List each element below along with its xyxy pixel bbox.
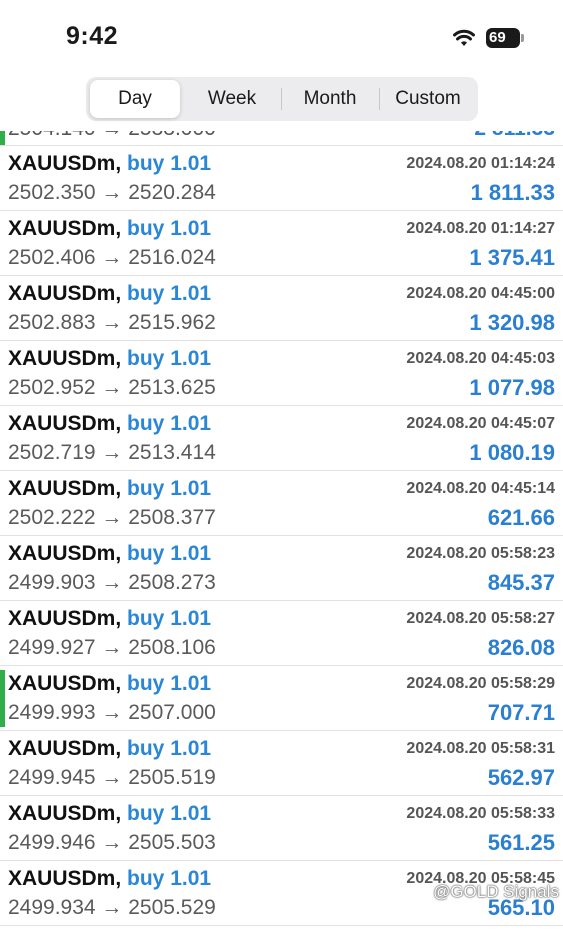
trade-row[interactable]: XAUUSDm, buy 1.01 2502.719 → 2513.414 2024… xyxy=(0,406,563,471)
trade-side: buy 1.01 xyxy=(127,737,212,760)
trade-datetime: 2024.08.20 05:58:29 xyxy=(406,675,555,692)
trade-side: buy 1.01 xyxy=(127,477,212,500)
trade-prices: 2499.934 → 2505.529 xyxy=(8,896,216,919)
trade-symbol: XAUUSDm, xyxy=(8,412,122,435)
trade-side: buy 1.01 xyxy=(127,672,212,695)
trade-row[interactable]: XAUUSDm, buy 1.01 2502.883 → 2515.962 2024… xyxy=(0,276,563,341)
trade-side: buy 1.01 xyxy=(127,412,212,435)
status-bar: 9:42 69 xyxy=(0,0,563,70)
trade-symbol-line: XAUUSDm, buy 1.01 xyxy=(8,607,211,631)
trade-prices: 2502.883 → 2515.962 xyxy=(8,311,216,334)
tab-month[interactable]: Month xyxy=(284,80,376,118)
trade-symbol-line: XAUUSDm, buy 1.01 xyxy=(8,542,211,566)
trade-side: buy 1.01 xyxy=(127,802,212,825)
trade-prices: 2499.993 → 2507.000 xyxy=(8,701,216,724)
trade-profit: 1 080.19 xyxy=(469,440,555,465)
trade-prices: 2502.952 → 2513.625 xyxy=(8,376,216,399)
trade-prices: 2499.945 → 2505.519 xyxy=(8,766,216,789)
trade-prices: 2499.903 → 2508.273 xyxy=(8,571,216,594)
trade-profit: 1 375.41 xyxy=(469,245,555,270)
trade-profit: 2 811.33 xyxy=(474,131,555,141)
trade-symbol: XAUUSDm, xyxy=(8,477,122,500)
trade-prices: 2499.946 → 2505.503 xyxy=(8,831,216,854)
tab-week[interactable]: Week xyxy=(186,80,278,118)
trade-profit: 562.97 xyxy=(487,765,555,790)
trade-profit: 826.08 xyxy=(487,635,555,660)
position-marker xyxy=(0,131,5,145)
trade-row[interactable]: XAUUSDm, buy 1.01 2499.903 → 2508.273 2024… xyxy=(0,536,563,601)
tab-custom[interactable]: Custom xyxy=(382,80,474,118)
trade-prices: 2499.927 → 2508.106 xyxy=(8,636,216,659)
trade-side: buy 1.01 xyxy=(127,607,212,630)
trade-symbol-line: XAUUSDm, buy 1.01 xyxy=(8,802,211,826)
trade-datetime: 2024.08.20 05:58:33 xyxy=(406,805,555,822)
trade-row[interactable]: XAUUSDm, buy 1.01 2499.945 → 2505.519 2024… xyxy=(0,731,563,796)
trade-datetime: 2024.08.20 01:14:24 xyxy=(406,155,555,172)
segment-divider xyxy=(379,88,380,110)
trade-side: buy 1.01 xyxy=(127,347,212,370)
trade-symbol-line: XAUUSDm, buy 1.01 xyxy=(8,412,211,436)
battery-tip xyxy=(521,34,524,42)
trade-datetime: 2024.08.20 05:58:27 xyxy=(406,610,555,627)
trade-datetime: 2024.08.20 05:58:31 xyxy=(406,740,555,757)
position-marker xyxy=(0,670,5,727)
trade-datetime: 2024.08.20 04:45:14 xyxy=(406,480,555,497)
trade-symbol-line: XAUUSDm, buy 1.01 xyxy=(8,347,211,371)
trade-row[interactable]: XAUUSDm, buy 1.01 2499.993 → 2507.000 2024… xyxy=(0,666,563,731)
trade-symbol: XAUUSDm, xyxy=(8,282,122,305)
trade-row[interactable]: XAUUSDm, buy 1.01 2502.350 → 2520.284 2024… xyxy=(0,146,563,211)
trade-profit: 561.25 xyxy=(487,830,555,855)
watermark: @GOLD Signals xyxy=(433,882,559,901)
trade-prices: 2502.350 → 2520.284 xyxy=(8,181,216,204)
trade-symbol: XAUUSDm, xyxy=(8,542,122,565)
trade-side: buy 1.01 xyxy=(127,542,212,565)
trade-datetime: 2024.08.20 04:45:00 xyxy=(406,285,555,302)
trade-prices: 2502.719 → 2513.414 xyxy=(8,441,216,464)
trade-row[interactable]: XAUUSDm, buy 1.01 2499.927 → 2508.106 2024… xyxy=(0,601,563,666)
trade-row[interactable]: XAUUSDm, buy 1.01 2502.406 → 2516.024 2024… xyxy=(0,211,563,276)
partial-trade-row[interactable]: 2504.140 → 2533.000 2 811.33 xyxy=(0,131,563,146)
tab-day[interactable]: Day xyxy=(90,80,180,118)
trade-profit: 707.71 xyxy=(487,700,555,725)
trade-side: buy 1.01 xyxy=(127,217,212,240)
trade-symbol-line: XAUUSDm, buy 1.01 xyxy=(8,477,211,501)
trade-profit: 621.66 xyxy=(487,505,555,530)
trade-datetime: 2024.08.20 04:45:03 xyxy=(406,350,555,367)
trade-prices: 2502.406 → 2516.024 xyxy=(8,246,216,269)
trade-side: buy 1.01 xyxy=(127,152,212,175)
trade-row[interactable]: XAUUSDm, buy 1.01 2499.946 → 2505.503 2024… xyxy=(0,796,563,861)
trade-symbol: XAUUSDm, xyxy=(8,607,122,630)
trade-symbol: XAUUSDm, xyxy=(8,737,122,760)
trade-symbol-line: XAUUSDm, buy 1.01 xyxy=(8,282,211,306)
trade-profit: 1 811.33 xyxy=(470,180,555,205)
trade-datetime: 2024.08.20 04:45:07 xyxy=(406,415,555,432)
trade-symbol: XAUUSDm, xyxy=(8,217,122,240)
trade-symbol: XAUUSDm, xyxy=(8,152,122,175)
trade-datetime: 2024.08.20 05:58:23 xyxy=(406,545,555,562)
trade-symbol: XAUUSDm, xyxy=(8,672,122,695)
trade-symbol-line: XAUUSDm, buy 1.01 xyxy=(8,152,211,176)
trade-datetime: 2024.08.20 01:14:27 xyxy=(406,220,555,237)
trade-side: buy 1.01 xyxy=(127,282,212,305)
trade-symbol-line: XAUUSDm, buy 1.01 xyxy=(8,217,211,241)
trade-symbol-line: XAUUSDm, buy 1.01 xyxy=(8,737,211,761)
trade-symbol: XAUUSDm, xyxy=(8,802,122,825)
wifi-icon xyxy=(453,29,475,46)
trade-prices: 2502.222 → 2508.377 xyxy=(8,506,216,529)
trade-symbol: XAUUSDm, xyxy=(8,867,122,890)
trade-profit: 845.37 xyxy=(487,570,555,595)
segment-divider xyxy=(281,88,282,110)
trade-symbol: XAUUSDm, xyxy=(8,347,122,370)
trade-symbol-line: XAUUSDm, buy 1.01 xyxy=(8,867,211,891)
trade-row[interactable]: XAUUSDm, buy 1.01 2502.952 → 2513.625 2024… xyxy=(0,341,563,406)
trade-profit: 1 077.98 xyxy=(469,375,555,400)
trade-profit: 1 320.98 xyxy=(469,310,555,335)
trade-side: buy 1.01 xyxy=(127,867,212,890)
trade-row[interactable]: XAUUSDm, buy 1.01 2502.222 → 2508.377 2024… xyxy=(0,471,563,536)
status-time: 9:42 xyxy=(66,22,119,50)
trade-prices: 2504.140 → 2533.000 xyxy=(8,131,216,141)
period-segmented-control: Day Week Month Custom xyxy=(86,77,478,121)
battery-icon: 69 xyxy=(486,28,520,48)
trade-symbol-line: XAUUSDm, buy 1.01 xyxy=(8,672,211,696)
